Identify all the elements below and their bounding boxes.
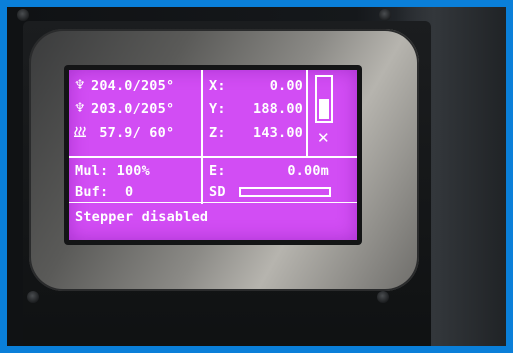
heated-bed-icon <box>74 126 86 137</box>
level-indicator <box>315 75 333 123</box>
sd-progress-bar <box>239 187 331 197</box>
axis-x-value: 0.00 <box>269 78 303 94</box>
divider-vertical-top <box>201 70 203 158</box>
bed-temp: 57.9/ 60° <box>91 125 175 141</box>
screw-bottom-left <box>27 291 39 303</box>
screw-bottom-right <box>377 291 389 303</box>
screw-top-left <box>17 9 29 21</box>
screw-top-right <box>379 9 391 21</box>
axis-z-value: 143.00 <box>253 125 303 141</box>
extruder-value: 0.00m <box>287 163 329 179</box>
divider-horizontal <box>69 156 357 158</box>
sd-label: SD <box>209 184 226 200</box>
axis-z-label: Z: <box>209 125 226 141</box>
fan-icon: ✕ <box>317 129 330 147</box>
status-message: Stepper disabled <box>75 209 209 225</box>
axis-x-label: X: <box>209 78 226 94</box>
buffer-readout: Buf: 0 <box>75 184 134 200</box>
multiplier-readout: Mul: 100% <box>75 163 150 179</box>
lcd-screen: ♆ 204.0/205° ♆ 203.0/205° 57.9/ 60° X: 0… <box>69 70 357 240</box>
level-indicator-fill <box>319 99 329 119</box>
axis-y-label: Y: <box>209 101 226 117</box>
divider-vertical-bottom <box>201 156 203 204</box>
axis-y-value: 188.00 <box>253 101 303 117</box>
divider-vertical-right <box>306 70 308 158</box>
hotend2-temp: 203.0/205° <box>91 101 175 117</box>
photo-frame: ♆ 204.0/205° ♆ 203.0/205° 57.9/ 60° X: 0… <box>0 0 513 353</box>
divider-status <box>69 202 357 203</box>
hotend-icon: ♆ <box>74 101 86 116</box>
extruder-label: E: <box>209 163 226 179</box>
hotend-icon: ♆ <box>74 78 86 93</box>
hotend1-temp: 204.0/205° <box>91 78 175 94</box>
